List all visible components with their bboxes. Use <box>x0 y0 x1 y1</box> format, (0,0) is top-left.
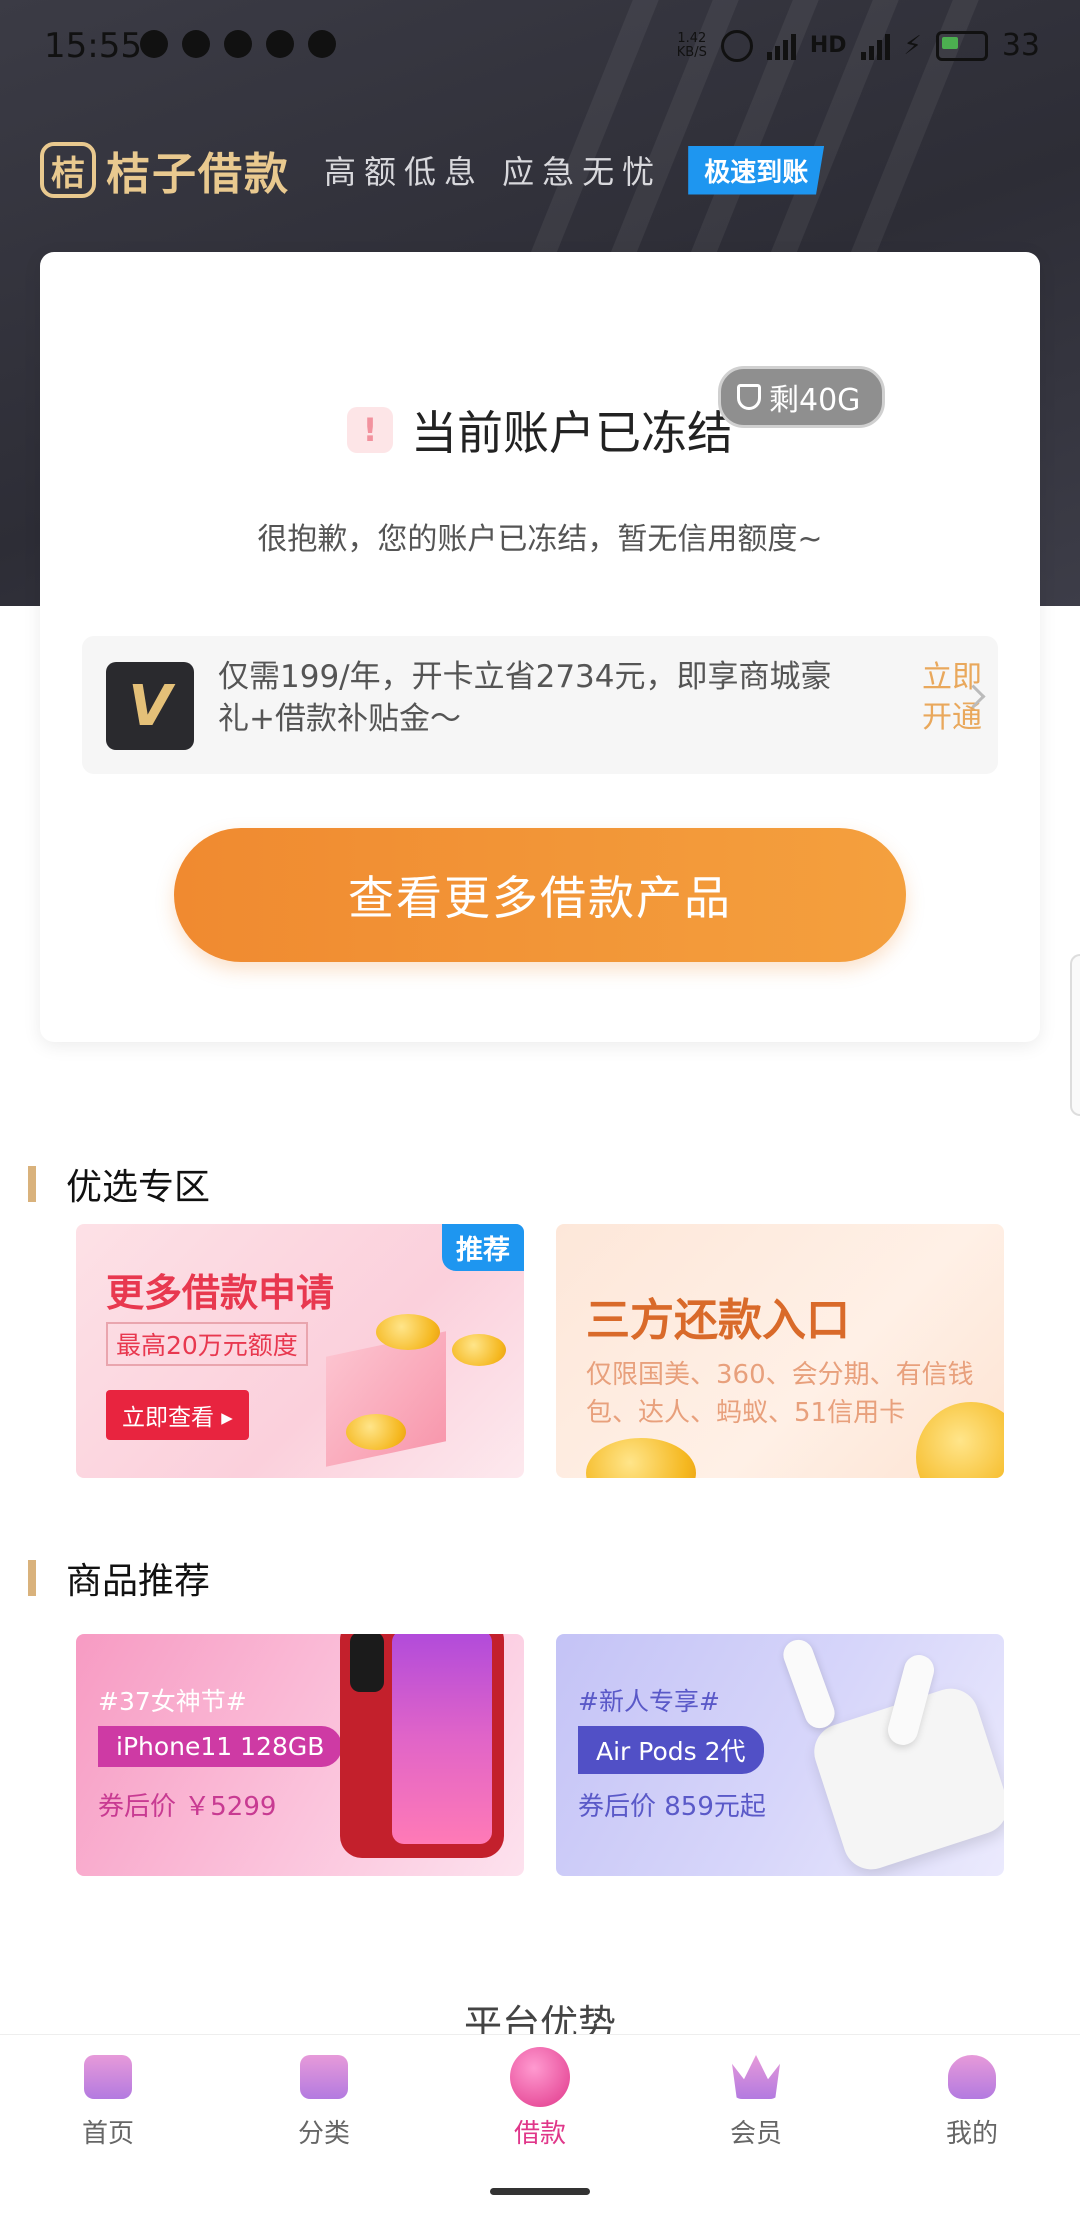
category-icon <box>300 2055 348 2099</box>
net-speed: 1.42 KB/S <box>676 30 707 60</box>
tab-label: 借款 <box>513 2119 566 2149</box>
third-party-repayment-card[interactable]: 三方还款入口 仅限国美、360、会分期、有信钱包、达人、蚂蚁、51信用卡 <box>556 1224 1004 1478</box>
brand-slogan: 高额低息 应急无忧 <box>324 153 663 191</box>
app-icon <box>224 30 252 58</box>
bottom-tab-bar: 首页 分类 借款 会员 我的 <box>0 2034 1080 2233</box>
coin-icon <box>346 1414 406 1450</box>
airpod-image <box>779 1635 839 1733</box>
tab-loan[interactable]: 借款 <box>480 2047 600 2150</box>
status-bar: 15:55 1.42 KB/S HD ⚡ 33 <box>0 0 1080 90</box>
product-tag: #新人专享# <box>578 1687 720 1716</box>
vip-crown-icon <box>732 2055 780 2099</box>
status-time: 15:55 <box>44 26 142 66</box>
signal-icon <box>766 32 796 60</box>
product-card-airpods[interactable]: #新人专享# Air Pods 2代 券后价 859元起 <box>556 1634 1004 1876</box>
vip-promo-text: 仅需199/年，开卡立省2734元，即享商城豪礼+借款补贴金～ <box>218 659 832 737</box>
tab-category[interactable]: 分类 <box>264 2055 384 2150</box>
battery-level: 33 <box>1001 28 1040 63</box>
profile-icon <box>948 2055 996 2099</box>
check-icon <box>308 30 336 58</box>
brand-name: 桔子借款 <box>106 149 290 200</box>
products-section-title: 商品推荐 <box>66 1561 211 1602</box>
brand-logo-icon: 桔 <box>40 142 96 198</box>
notification-icon <box>266 30 294 58</box>
featured-section-header: 优选专区 <box>28 1158 210 1210</box>
product-tag: #37女神节# <box>98 1687 247 1716</box>
coin-icon <box>586 1438 696 1478</box>
data-pill-label: 剩40G <box>769 383 861 418</box>
product-name: Air Pods 2代 <box>578 1726 764 1774</box>
network-type: HD <box>809 33 847 58</box>
message-icon <box>140 30 168 58</box>
tab-label: 我的 <box>945 2119 998 2149</box>
home-indicator[interactable] <box>490 2188 590 2195</box>
home-icon <box>84 2055 132 2099</box>
promo-title: 三方还款入口 <box>586 1295 850 1346</box>
floating-data-pill[interactable]: 剩40G <box>718 366 886 428</box>
products-section-header: 商品推荐 <box>28 1552 210 1604</box>
frozen-title: 当前账户已冻结 <box>411 406 733 460</box>
signal-icon-2 <box>860 32 890 60</box>
battery-icon <box>935 30 988 61</box>
tab-label: 分类 <box>297 2119 350 2149</box>
product-card-iphone[interactable]: #37女神节# iPhone11 128GB 券后价 ￥5299 <box>76 1634 524 1876</box>
product-price: 券后价 859元起 <box>578 1792 766 1822</box>
account-status-card: ! 当前账户已冻结 剩40G 很抱歉，您的账户已冻结，暂无信用额度~ V 仅需1… <box>40 252 1040 1042</box>
frozen-description: 很抱歉，您的账户已冻结，暂无信用额度~ <box>257 522 823 557</box>
frozen-title-row: ! 当前账户已冻结 <box>40 397 1040 463</box>
more-loan-application-card[interactable]: 更多借款申请 最高20万元额度 立即查看 ▸ 推荐 <box>76 1224 524 1478</box>
featured-section-title: 优选专区 <box>66 1167 211 1208</box>
brand-row: 桔 桔子借款 高额低息 应急无忧 极速到账 <box>40 140 825 200</box>
tab-label: 会员 <box>729 2119 782 2149</box>
vip-promo-banner[interactable]: V 仅需199/年，开卡立省2734元，即享商城豪礼+借款补贴金～ 立即开通 <box>82 636 998 774</box>
charging-icon: ⚡ <box>903 30 922 61</box>
more-loan-products-button[interactable]: 查看更多借款产品 <box>174 828 906 962</box>
coin-icon <box>376 1314 440 1350</box>
loan-icon <box>510 2047 570 2107</box>
tab-label: 首页 <box>81 2119 134 2149</box>
iphone-image <box>340 1634 504 1858</box>
alarm-icon <box>720 29 753 62</box>
warning-icon: ! <box>347 407 393 453</box>
product-name: iPhone11 128GB <box>98 1726 343 1767</box>
tab-profile[interactable]: 我的 <box>912 2055 1032 2150</box>
platform-advantages-heading: 平台优势 <box>463 2004 616 2034</box>
notification-icons <box>140 30 336 58</box>
mail-icon <box>182 30 210 58</box>
promo-title: 更多借款申请 <box>106 1271 335 1315</box>
coin-icon <box>452 1334 506 1366</box>
product-price: 券后价 ￥5299 <box>98 1792 277 1822</box>
fast-arrival-badge: 极速到账 <box>688 145 825 195</box>
recommend-badge: 推荐 <box>442 1224 524 1271</box>
vip-logo-icon: V <box>106 662 194 750</box>
side-drawer-handle[interactable] <box>1070 954 1080 1116</box>
tab-home[interactable]: 首页 <box>48 2055 168 2150</box>
tab-vip[interactable]: 会员 <box>696 2055 816 2150</box>
view-now-button[interactable]: 立即查看 ▸ <box>106 1390 249 1440</box>
promo-description: 仅限国美、360、会分期、有信钱包、达人、蚂蚁、51信用卡 <box>586 1360 974 1428</box>
promo-subtitle: 最高20万元额度 <box>106 1322 308 1366</box>
shield-icon <box>737 384 761 410</box>
